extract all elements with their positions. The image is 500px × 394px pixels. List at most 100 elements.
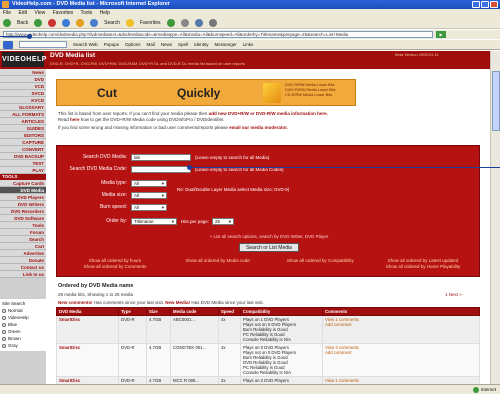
scrollbar-thumb[interactable] xyxy=(492,71,500,131)
theme-option-blue[interactable]: Blue xyxy=(2,321,44,328)
col-size[interactable]: Size xyxy=(146,307,171,316)
view-comments-link[interactable]: View 1 comments xyxy=(325,378,477,383)
add-media-link[interactable]: add new DVD+R/W or DVD-R/W media informa… xyxy=(209,111,328,116)
sidebar-item-dvd-software[interactable]: DVD Software xyxy=(0,215,46,222)
sidebar-item-dvd-writers[interactable]: DVD Writers xyxy=(0,201,46,208)
search-list-media-button[interactable]: Search or List Media xyxy=(239,243,299,252)
sidebar-item-articles[interactable]: ARTICLES xyxy=(0,118,46,125)
back-arrow-icon[interactable] xyxy=(3,18,11,27)
sidebar-item-advertise[interactable]: Advertise xyxy=(0,250,46,257)
sidebar-item-vcd[interactable]: VCD xyxy=(0,83,46,90)
favorites-button[interactable]: Favorites xyxy=(140,20,161,26)
col-media-code[interactable]: Media code xyxy=(170,307,219,316)
web-search-button[interactable]: Search Web xyxy=(73,42,98,47)
show-all-by-hours-link[interactable]: Show all ordered by hours xyxy=(89,258,141,263)
radio-icon[interactable] xyxy=(2,315,6,320)
media-search-input[interactable]: lab xyxy=(131,153,191,161)
show-all-by-compatibility-link[interactable]: Show all ordered by Compatibility xyxy=(287,258,354,263)
sidebar-item-capture[interactable]: CAPTURE xyxy=(0,139,46,146)
sidebar-item-convert[interactable]: CONVERT xyxy=(0,146,46,153)
radio-icon[interactable] xyxy=(2,322,6,327)
sidebar-item-test[interactable]: TEST xyxy=(0,160,46,167)
media-type-select[interactable]: All ▾ xyxy=(131,179,167,187)
sidebar-item-dvd-players[interactable]: DVD Players xyxy=(0,194,46,201)
link-news[interactable]: News xyxy=(161,42,172,47)
show-all-by-home-playability-link[interactable]: Show all ordered by Home Playability xyxy=(386,264,461,269)
theme-option-videohelp[interactable]: VideoHelp xyxy=(2,314,44,321)
email-moderator-link[interactable]: email our media moderator. xyxy=(229,125,288,130)
show-all-by-comments-link[interactable]: Show all ordered by Comments xyxy=(84,264,147,269)
media-name-link[interactable]: SmartDisc xyxy=(56,343,119,377)
link-spell[interactable]: Spell xyxy=(178,42,188,47)
menu-view[interactable]: View xyxy=(34,10,45,16)
sidebar-item-editors[interactable]: EDITORS xyxy=(0,132,46,139)
theme-option-brown[interactable]: Brown xyxy=(2,335,44,342)
forward-arrow-icon[interactable] xyxy=(34,18,43,27)
sidebar-item-donate[interactable]: Donate xyxy=(0,257,46,264)
site-logo[interactable]: VIDEOHELP xyxy=(2,52,46,67)
pager-next-link[interactable]: 1 Next » xyxy=(445,292,462,297)
maximize-button[interactable] xyxy=(481,1,489,8)
search-icon[interactable] xyxy=(90,18,99,27)
media-icon[interactable] xyxy=(166,18,175,27)
link-messenger[interactable]: Messenger xyxy=(215,42,237,47)
sidebar-item-dvd-backup[interactable]: DVD BACKUP xyxy=(0,153,46,160)
menu-file[interactable]: File xyxy=(3,10,11,16)
how-to-link[interactable]: here xyxy=(70,117,80,122)
history-icon[interactable] xyxy=(180,18,189,27)
link-options[interactable]: Options xyxy=(125,42,141,47)
more-search-options-link[interactable]: + List all search options, search by DVD… xyxy=(57,234,481,239)
sidebar-item-dvd-recorders[interactable]: DVD Recorders xyxy=(0,208,46,215)
stop-icon[interactable] xyxy=(48,18,57,27)
print-icon[interactable] xyxy=(208,18,217,27)
link-links[interactable]: Links xyxy=(243,42,254,47)
ad-banner[interactable]: Cut Quickly DVD-R/RW Media Lower Bits DV… xyxy=(56,79,356,106)
sidebar-item-guides[interactable]: GUIDES xyxy=(0,125,46,132)
sidebar-item-svcd[interactable]: SVCD xyxy=(0,90,46,97)
sidebar-item-dvd[interactable]: DVD xyxy=(0,76,46,83)
col-dvd-media[interactable]: DVD Media xyxy=(56,307,119,316)
radio-icon[interactable] xyxy=(2,329,6,334)
vertical-scrollbar[interactable] xyxy=(490,51,500,384)
sidebar-item-play[interactable]: PLAY xyxy=(0,167,46,174)
link-popups[interactable]: Popups xyxy=(104,42,119,47)
radio-icon[interactable] xyxy=(2,343,6,348)
radio-icon[interactable] xyxy=(2,336,6,341)
sidebar-item-capture-cards[interactable]: Capture Cards xyxy=(0,180,46,187)
theme-option-green[interactable]: Green xyxy=(2,328,44,335)
menu-help[interactable]: Help xyxy=(100,10,110,16)
col-type[interactable]: Type xyxy=(118,307,147,316)
media-name-link[interactable]: SmartDisc xyxy=(56,315,119,344)
show-all-by-media-code-link[interactable]: Show all ordered by Media code xyxy=(186,258,250,263)
sidebar-item-forum[interactable]: Forum xyxy=(0,229,46,236)
address-input[interactable]: http://www.videohelp.com/dvdmedia.php?dv… xyxy=(3,31,433,38)
show-all-by-latest-link[interactable]: Show all ordered by Latest updated xyxy=(388,258,459,263)
minimize-button[interactable] xyxy=(472,1,480,8)
col-compatibility[interactable]: Compatibility xyxy=(240,307,323,316)
menu-edit[interactable]: Edit xyxy=(18,10,27,16)
burn-speed-select[interactable]: All ▾ xyxy=(131,203,167,211)
refresh-icon[interactable] xyxy=(62,18,71,27)
add-comment-link[interactable]: Add comment xyxy=(325,322,477,327)
theme-option-normal[interactable]: Normal xyxy=(2,307,44,314)
back-button[interactable]: Back xyxy=(17,20,28,26)
sidebar-item-cart[interactable]: Cart xyxy=(0,243,46,250)
sidebar-item-all-formats[interactable]: ALL FORMATS xyxy=(0,111,46,118)
sidebar-item-glossary[interactable]: GLOSSARY xyxy=(0,104,46,111)
media-code-input[interactable] xyxy=(131,165,191,173)
sidebar-item-news[interactable]: News xyxy=(0,69,46,76)
media-size-select[interactable]: All ▾ xyxy=(131,191,167,199)
close-button[interactable] xyxy=(490,1,498,8)
theme-option-gray[interactable]: Gray xyxy=(2,342,44,349)
favorites-star-icon[interactable] xyxy=(125,18,134,27)
sidebar-item-tools[interactable]: Tools xyxy=(0,222,46,229)
col-comments[interactable]: Comments xyxy=(322,307,480,316)
link-mail[interactable]: Mail xyxy=(146,42,154,47)
sidebar-item-contact[interactable]: Contact us xyxy=(0,264,46,271)
col-speed[interactable]: Speed xyxy=(218,307,241,316)
radio-icon[interactable] xyxy=(2,308,6,313)
per-page-select[interactable]: 25 ▾ xyxy=(212,217,235,225)
menu-favorites[interactable]: Favorites xyxy=(53,10,74,16)
go-button[interactable]: ▶ xyxy=(436,31,446,38)
web-search-input[interactable] xyxy=(19,41,67,48)
